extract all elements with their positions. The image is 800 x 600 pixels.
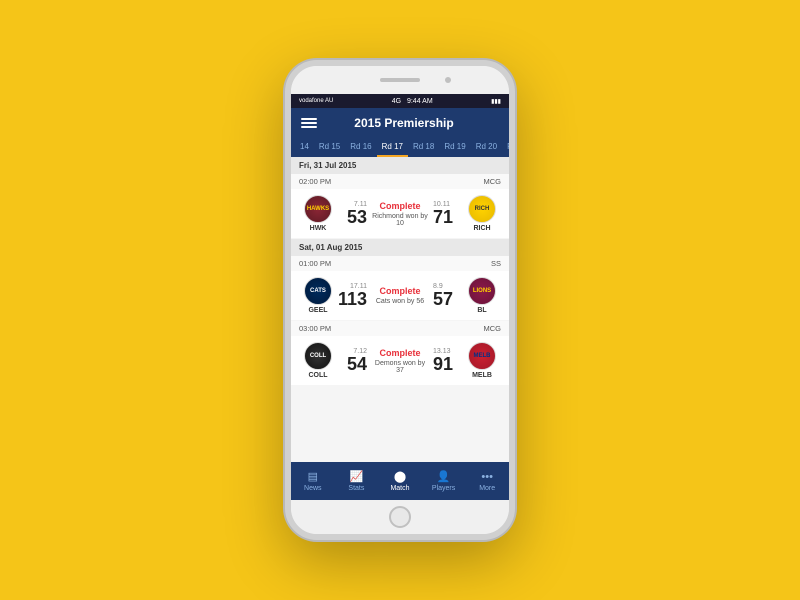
time-text: 9:44 AM	[407, 98, 433, 105]
melbourne-score-block: 13.13 91	[433, 348, 463, 373]
match-time-row-1: 02:00 PM MCG	[291, 174, 509, 189]
carrier-text: vodafone AU	[299, 98, 333, 104]
collingwood-logo: COLL	[304, 342, 332, 370]
header-title: 2015 Premiership	[325, 116, 483, 130]
team-melb: MELB MELB	[463, 342, 501, 379]
brisbane-logo: LIONS	[468, 277, 496, 305]
round-tab-21[interactable]: Rd 21	[502, 138, 509, 157]
round-tab-16[interactable]: Rd 16	[345, 138, 376, 157]
geelong-name: GEEL	[308, 307, 327, 314]
match-body-3: COLL COLL 7.12 54 Complete Demons won by…	[291, 336, 509, 385]
round-tab-18[interactable]: Rd 18	[408, 138, 439, 157]
phone-bottom-bezel	[291, 500, 509, 534]
team-hwk: HAWKS HWK	[299, 195, 337, 232]
melbourne-score-main: 91	[433, 355, 453, 373]
brisbane-score-main: 57	[433, 290, 453, 308]
match-center-2: Complete Cats won by 56	[367, 286, 433, 305]
network-text: 4G	[392, 98, 401, 105]
nav-more-label: More	[479, 485, 495, 492]
complete-label-1: Complete	[379, 201, 420, 211]
round-tab-20[interactable]: Rd 20	[471, 138, 502, 157]
nav-more[interactable]: ••• More	[465, 462, 509, 500]
match-time-2: 01:00 PM	[299, 259, 331, 268]
bottom-nav: ▤ News 📈 Stats ⬤ Match 👤 Players ••• Mor…	[291, 462, 509, 500]
result-text-2: Cats won by 56	[376, 298, 424, 305]
nav-match-label: Match	[390, 485, 409, 492]
match-time-1: 02:00 PM	[299, 177, 331, 186]
status-center: 4G 9:44 AM	[392, 98, 433, 105]
hawks-score-block: 7.11 53	[337, 201, 367, 226]
collingwood-name: COLL	[308, 372, 327, 379]
players-icon: 👤	[437, 470, 451, 483]
hawks-logo: HAWKS	[304, 195, 332, 223]
collingwood-score-block: 7.12 54	[337, 348, 367, 373]
richmond-name: RICH	[473, 225, 490, 232]
phone-camera	[445, 77, 451, 83]
team-rich: RICH RICH	[463, 195, 501, 232]
geelong-score-block: 17.11 113	[337, 283, 367, 308]
round-tab-14[interactable]: 14	[295, 138, 314, 157]
round-tab-19[interactable]: Rd 19	[439, 138, 470, 157]
match-venue-2: SS	[491, 259, 501, 268]
team-coll: COLL COLL	[299, 342, 337, 379]
hawks-score-main: 53	[347, 208, 367, 226]
match-venue-3: MCG	[484, 324, 502, 333]
date-fri: Fri, 31 Jul 2015	[291, 157, 509, 174]
richmond-score-block: 10.11 71	[433, 201, 463, 226]
match-time-row-3: 03:00 PM MCG	[291, 321, 509, 336]
match-icon: ⬤	[394, 470, 406, 483]
brisbane-score-block: 8.9 57	[433, 283, 463, 308]
stats-icon: 📈	[350, 470, 364, 483]
match-time-3: 03:00 PM	[299, 324, 331, 333]
more-icon: •••	[481, 471, 493, 483]
match-venue-1: MCG	[484, 177, 502, 186]
match-time-row-2: 01:00 PM SS	[291, 256, 509, 271]
match-card-1[interactable]: 02:00 PM MCG HAWKS HWK 7.11 53	[291, 174, 509, 238]
calendar-icon	[301, 116, 317, 130]
phone-shell: vodafone AU 4G 9:44 AM ▮▮▮ 2015 Premiers…	[285, 60, 515, 540]
date-sat: Sat, 01 Aug 2015	[291, 239, 509, 256]
nav-stats[interactable]: 📈 Stats	[335, 462, 379, 500]
nav-players-label: Players	[432, 485, 455, 492]
match-card-3[interactable]: 03:00 PM MCG COLL COLL 7.12 54	[291, 321, 509, 385]
result-text-1: Richmond won by 10	[371, 213, 429, 227]
complete-label-2: Complete	[379, 286, 420, 296]
match-body-2: CATS GEEL 17.11 113 Complete Cats won by…	[291, 271, 509, 320]
team-bl: LIONS BL	[463, 277, 501, 314]
match-card-2[interactable]: 01:00 PM SS CATS GEEL 17.11 113	[291, 256, 509, 320]
nav-players[interactable]: 👤 Players	[422, 462, 466, 500]
matches-content: Fri, 31 Jul 2015 02:00 PM MCG HAWKS HWK …	[291, 157, 509, 462]
news-icon: ▤	[308, 470, 318, 483]
geelong-score-main: 113	[338, 290, 367, 308]
melbourne-name: MELB	[472, 372, 492, 379]
round-tab-15[interactable]: Rd 15	[314, 138, 345, 157]
richmond-score-main: 71	[433, 208, 453, 226]
team-geel: CATS GEEL	[299, 277, 337, 314]
geelong-logo: CATS	[304, 277, 332, 305]
nav-news-label: News	[304, 485, 322, 492]
phone-top-bezel	[291, 66, 509, 94]
match-body-1: HAWKS HWK 7.11 53 Complete Richmond won …	[291, 189, 509, 238]
result-text-3: Demons won by 37	[371, 360, 429, 374]
match-center-3: Complete Demons won by 37	[367, 348, 433, 374]
rounds-bar[interactable]: 14 Rd 15 Rd 16 Rd 17 Rd 18 Rd 19 Rd 20 R…	[291, 138, 509, 157]
battery-icon: ▮▮▮	[491, 98, 501, 105]
nav-news[interactable]: ▤ News	[291, 462, 335, 500]
complete-label-3: Complete	[379, 348, 420, 358]
richmond-logo: RICH	[468, 195, 496, 223]
round-tab-17[interactable]: Rd 17	[377, 138, 408, 157]
status-bar: vodafone AU 4G 9:44 AM ▮▮▮	[291, 94, 509, 108]
match-center-1: Complete Richmond won by 10	[367, 201, 433, 227]
hawks-name: HWK	[310, 225, 327, 232]
melbourne-logo: MELB	[468, 342, 496, 370]
home-button[interactable]	[389, 506, 411, 528]
nav-stats-label: Stats	[348, 485, 364, 492]
nav-match[interactable]: ⬤ Match	[378, 462, 422, 500]
brisbane-name: BL	[477, 307, 486, 314]
phone-speaker	[380, 78, 420, 82]
collingwood-score-main: 54	[347, 355, 367, 373]
app-header: 2015 Premiership	[291, 108, 509, 138]
phone-screen: vodafone AU 4G 9:44 AM ▮▮▮ 2015 Premiers…	[291, 94, 509, 500]
